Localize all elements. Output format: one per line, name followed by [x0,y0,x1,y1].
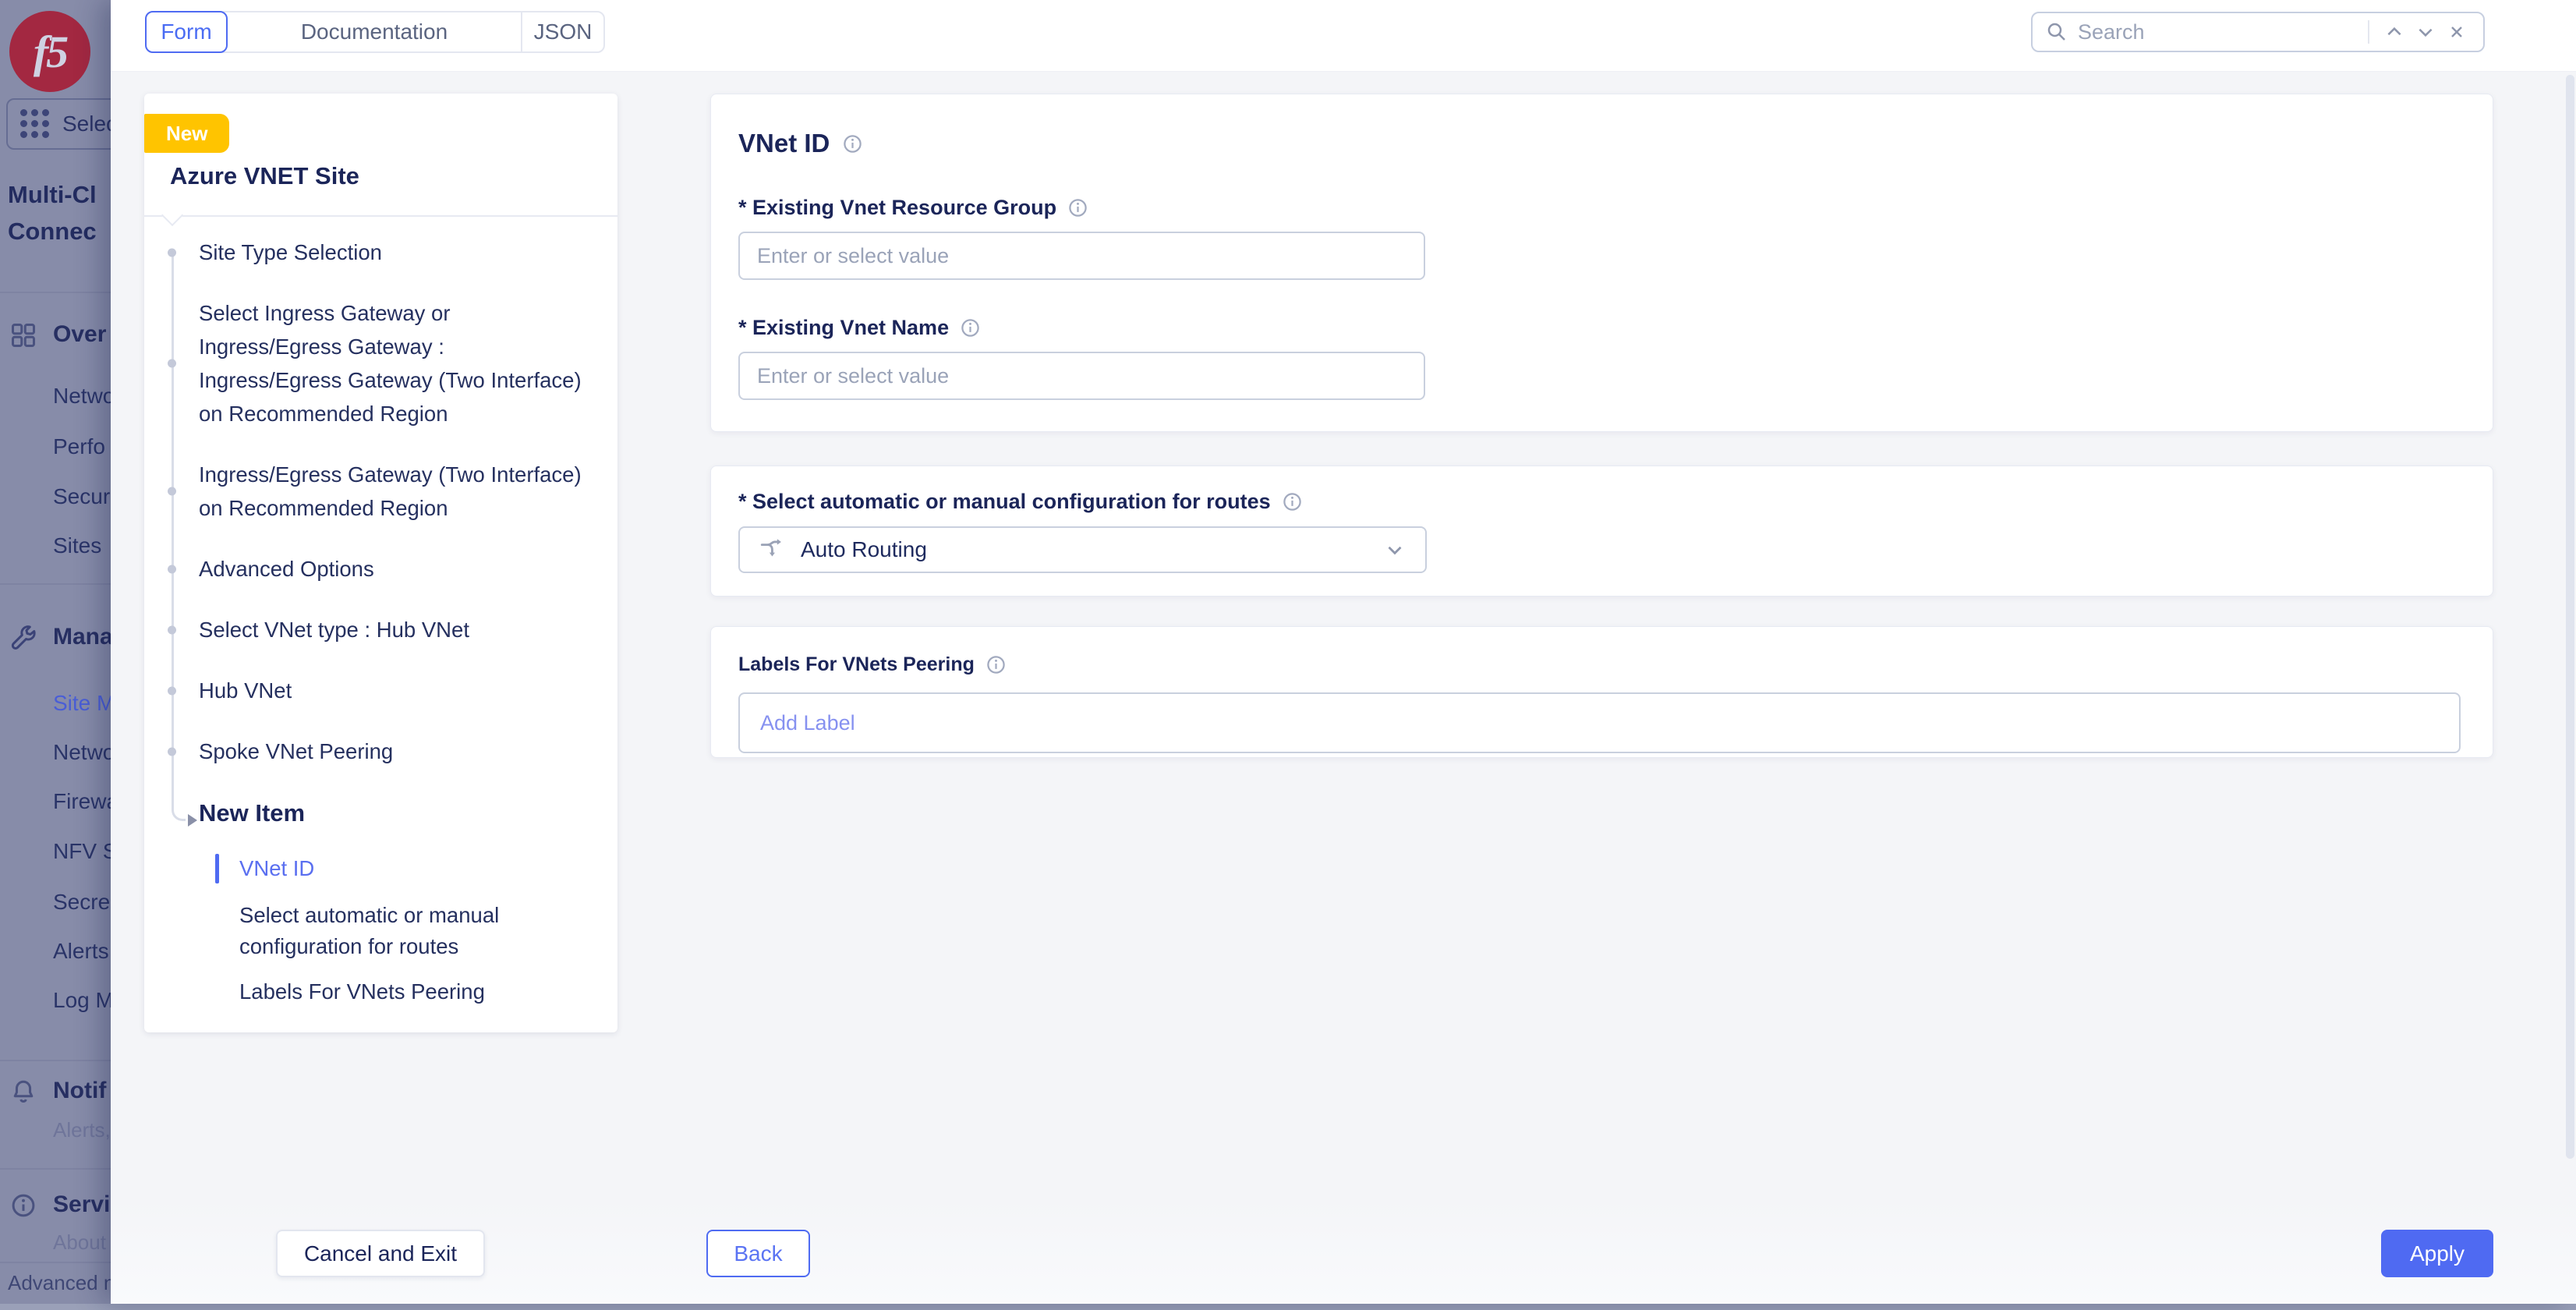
labels-peering-label: Labels For VNets Peering [738,653,975,676]
wizard-steps: Site Type Selection Select Ingress Gatew… [144,215,607,1032]
sidebar-item-sites[interactable]: Sites [53,533,111,558]
sidebar-item-log[interactable]: Log M [53,988,111,1013]
substep-vnet-id[interactable]: VNet ID [144,852,593,886]
sidebar-notifications-subtitle: Alerts, [53,1118,111,1142]
routes-select[interactable]: Auto Routing [738,526,1427,573]
sidebar-item-firewall[interactable]: Firewa [53,789,111,814]
search-icon [2045,20,2068,44]
apply-button[interactable]: Apply [2381,1230,2493,1277]
add-label-input[interactable]: Add Label [738,692,2461,753]
sidebar-title: Multi-Cl Connec [8,176,111,250]
sidebar-section-service[interactable]: Servi [53,1191,110,1218]
step-site-type[interactable]: Site Type Selection [144,235,593,269]
bell-icon [9,1078,37,1106]
wizard-title: Azure VNET Site [170,162,359,190]
resource-group-input[interactable] [738,232,1425,280]
chevron-down-icon [2415,22,2436,42]
divider [2368,20,2369,44]
sidebar-item-alerts[interactable]: Alerts [53,939,111,964]
select-service-label: Selec [62,112,111,136]
search-close-button[interactable] [2441,16,2472,48]
search-bar [2031,12,2485,52]
close-icon [2447,23,2466,41]
sidebar-item-networking[interactable]: Netwo [53,740,111,765]
tab-documentation[interactable]: Documentation [228,12,521,51]
search-prev-button[interactable] [2379,16,2410,48]
sidebar-section-manage[interactable]: Mana [53,624,111,650]
vnet-name-label: * Existing Vnet Name [738,316,949,340]
routes-label: * Select automatic or manual configurati… [738,490,1271,514]
chevron-down-icon [1383,538,1407,561]
modal-header: Form Documentation JSON [111,0,2576,72]
info-icon[interactable] [960,317,981,338]
wizard-step-panel: New Azure VNET Site Site Type Selection … [144,94,617,1032]
vnet-id-card: VNet ID * Existing Vnet Resource Group *… [710,94,2493,432]
substep-labels-peering[interactable]: Labels For VNets Peering [144,976,593,1007]
tab-form[interactable]: Form [145,11,228,53]
sidebar-service-subtitle: About [53,1230,111,1255]
sidebar-item-secrets[interactable]: Secre [53,890,111,915]
step-advanced-options[interactable]: Advanced Options [144,552,593,586]
add-label-text: Add Label [760,711,855,735]
info-icon[interactable] [842,133,863,154]
new-badge: New [144,114,229,153]
back-button[interactable]: Back [706,1230,810,1277]
vnet-name-input[interactable] [738,352,1425,400]
step-vnet-type[interactable]: Select VNet type : Hub VNet [144,613,593,646]
search-input[interactable] [2078,20,2358,44]
divider [0,1060,111,1061]
routes-card: * Select automatic or manual configurati… [710,466,2493,597]
info-circle-icon [9,1191,37,1220]
step-new-item[interactable]: New Item [144,795,593,831]
routes-selected-value: Auto Routing [801,537,1383,562]
divider [0,1168,111,1170]
divider [0,292,111,293]
divider [0,1262,111,1263]
f5-logo-icon[interactable]: f5 [9,11,90,92]
step-hub-vnet[interactable]: Hub VNet [144,674,593,707]
divider [0,583,111,585]
sidebar-section-notifications[interactable]: Notif [53,1078,106,1104]
step-ingress-egress[interactable]: Ingress/Egress Gateway (Two Interface) o… [144,458,593,525]
wrench-icon [9,624,37,652]
section-title: VNet ID [738,129,830,158]
substep-routes-config[interactable]: Select automatic or manual configuration… [144,900,593,962]
apps-grid-icon [20,109,50,139]
sidebar: f5 Selec Multi-Cl Connec Over Netwo Perf… [0,0,111,1304]
wizard-modal: Form Documentation JSON [111,0,2576,1304]
resource-group-label: * Existing Vnet Resource Group [738,196,1056,220]
sidebar-item-site-management[interactable]: Site M [53,691,111,716]
overview-grid-icon [9,321,37,349]
info-icon[interactable] [985,654,1007,675]
info-icon[interactable] [1282,491,1303,512]
app-root: f5 Selec Multi-Cl Connec Over Netwo Perf… [0,0,2576,1310]
auto-routing-icon [759,536,785,563]
search-next-button[interactable] [2410,16,2441,48]
sidebar-item-performance[interactable]: Perfo [53,434,111,459]
chevron-up-icon [2384,22,2404,42]
sidebar-advanced-nav[interactable]: Advanced n [8,1271,111,1295]
cancel-and-exit-button[interactable]: Cancel and Exit [276,1230,485,1277]
labels-peering-card: Labels For VNets Peering Add Label [710,626,2493,758]
sidebar-item-nfv[interactable]: NFV S [53,839,111,864]
sidebar-item-network[interactable]: Netwo [53,384,111,409]
sidebar-section-overview[interactable]: Over [53,321,106,348]
sidebar-item-security[interactable]: Secur [53,484,111,509]
tab-json[interactable]: JSON [521,12,603,51]
scrollbar-thumb[interactable] [2566,75,2574,1159]
info-icon[interactable] [1067,197,1088,218]
step-select-gateway[interactable]: Select Ingress Gateway or Ingress/Egress… [144,296,593,430]
step-spoke-vnet-peering[interactable]: Spoke VNet Peering [144,735,593,768]
select-service-button[interactable]: Selec [6,98,111,150]
view-tabbar: Form Documentation JSON [145,11,605,53]
